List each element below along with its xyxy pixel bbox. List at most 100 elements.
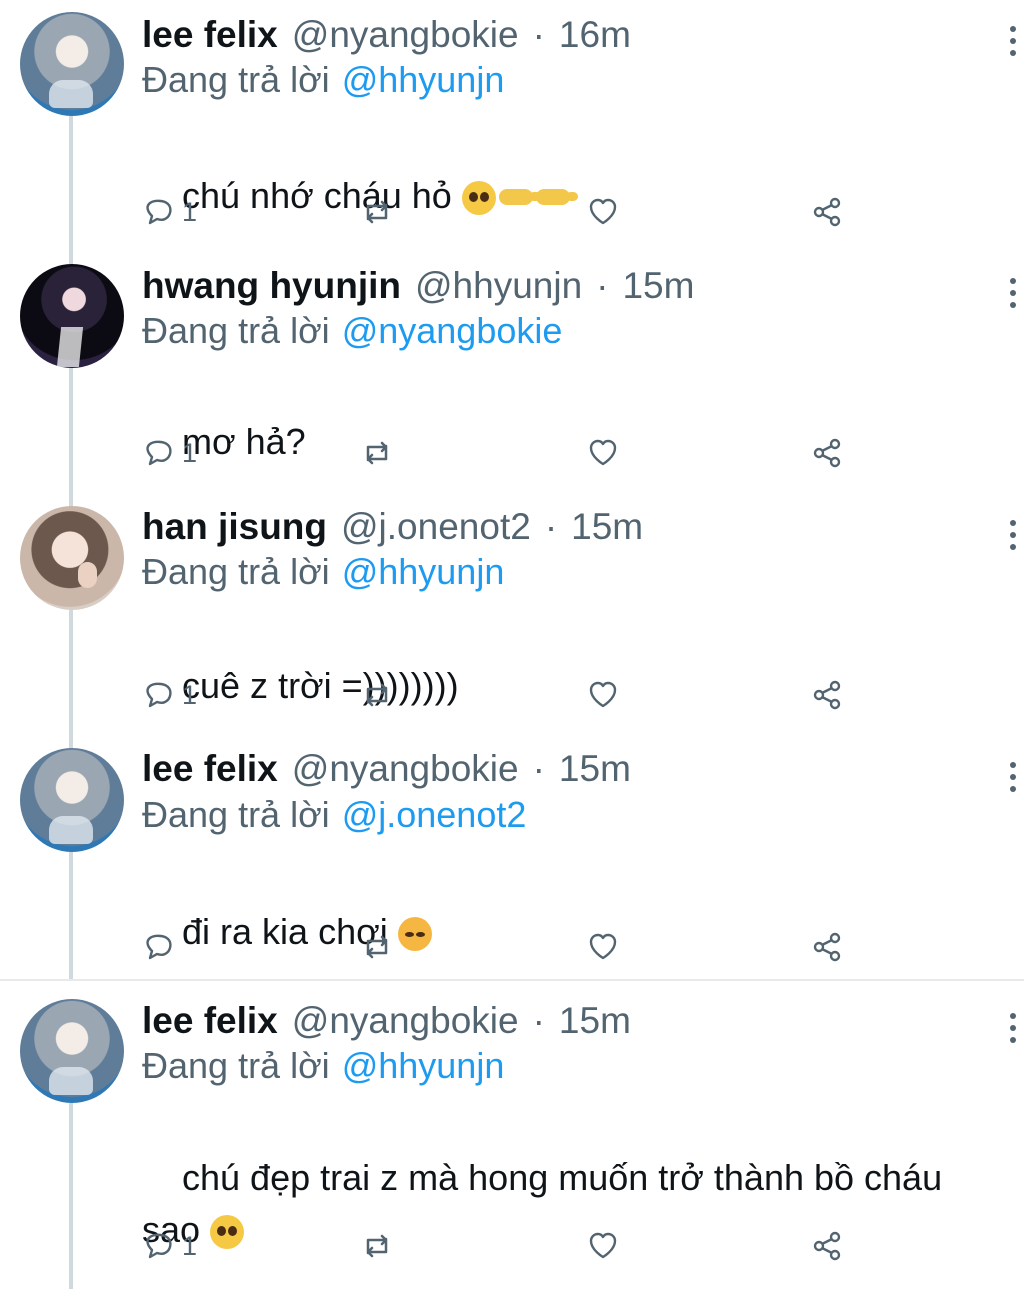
username-handle[interactable]: @j.onenot2 xyxy=(341,508,531,546)
like-button[interactable] xyxy=(586,926,620,968)
reply-prefix: Đang trả lời xyxy=(142,1045,330,1086)
share-icon xyxy=(810,436,844,470)
dot-separator: · xyxy=(532,1000,545,1041)
username-handle[interactable]: @hhyunjn xyxy=(415,267,582,305)
reply-icon xyxy=(142,930,176,964)
username-handle[interactable]: @nyangbokie xyxy=(292,750,519,788)
share-button[interactable] xyxy=(810,191,844,233)
tweet-3[interactable]: han jisung @j.onenot2 · 15m Đang trả lời… xyxy=(0,506,1024,736)
share-button[interactable] xyxy=(810,926,844,968)
heart-icon xyxy=(586,195,620,229)
dot-separator: · xyxy=(532,14,545,55)
avatar[interactable] xyxy=(20,999,124,1103)
reply-button[interactable]: 1 xyxy=(142,1225,197,1267)
heart-icon xyxy=(586,678,620,712)
tweet-text: chú đẹp trai z mà hong muốn trở thành bồ… xyxy=(142,1100,1002,1308)
tweet-actions: 1 xyxy=(0,1225,1024,1267)
share-button[interactable] xyxy=(810,674,844,716)
timestamp[interactable]: 15m xyxy=(559,1002,631,1040)
more-icon[interactable] xyxy=(1008,1013,1018,1045)
retweet-icon xyxy=(360,436,394,470)
heart-icon xyxy=(586,1229,620,1263)
display-name[interactable]: hwang hyunjin xyxy=(142,267,401,305)
retweet-button[interactable] xyxy=(360,191,394,233)
retweet-button[interactable] xyxy=(360,926,394,968)
reply-count: 1 xyxy=(182,680,198,710)
display-name[interactable]: lee felix xyxy=(142,750,278,788)
tweet-actions: 1 xyxy=(0,432,1024,474)
reply-to-handle[interactable]: @nyangbokie xyxy=(342,310,563,351)
reply-context: Đang trả lời @hhyunjn xyxy=(142,1046,504,1086)
more-icon[interactable] xyxy=(1008,26,1018,58)
tweet-header: lee felix @nyangbokie · 15m xyxy=(142,750,631,788)
tweet-actions: 1 xyxy=(0,674,1024,716)
tweet-4[interactable]: lee felix @nyangbokie · 15m Đang trả lời… xyxy=(0,748,1024,978)
reply-count: 1 xyxy=(182,438,198,468)
tweet-1[interactable]: lee felix @nyangbokie · 16m Đang trả lời… xyxy=(0,12,1024,242)
tweet-header: lee felix @nyangbokie · 15m xyxy=(142,1002,631,1040)
reply-count: 1 xyxy=(182,197,198,227)
retweet-button[interactable] xyxy=(360,1225,394,1267)
reply-prefix: Đang trả lời xyxy=(142,551,330,592)
timestamp[interactable]: 16m xyxy=(559,16,631,54)
reply-button[interactable]: 1 xyxy=(142,674,197,716)
timestamp[interactable]: 15m xyxy=(571,508,643,546)
username-handle[interactable]: @nyangbokie xyxy=(292,1002,519,1040)
reply-icon xyxy=(142,195,176,229)
dot-separator: · xyxy=(544,506,558,547)
reply-prefix: Đang trả lời xyxy=(142,310,330,351)
retweet-icon xyxy=(360,195,394,229)
heart-icon xyxy=(586,436,620,470)
thread-divider xyxy=(0,979,1024,981)
like-button[interactable] xyxy=(586,432,620,474)
retweet-icon xyxy=(360,1229,394,1263)
tweet-actions xyxy=(0,926,1024,968)
share-button[interactable] xyxy=(810,432,844,474)
more-icon[interactable] xyxy=(1008,520,1018,552)
reply-count: 1 xyxy=(182,1231,198,1261)
tweet-header: lee felix @nyangbokie · 16m xyxy=(142,16,631,54)
share-icon xyxy=(810,1229,844,1263)
retweet-icon xyxy=(360,930,394,964)
retweet-button[interactable] xyxy=(360,432,394,474)
reply-to-handle[interactable]: @hhyunjn xyxy=(342,551,505,592)
reply-context: Đang trả lời @j.onenot2 xyxy=(142,795,526,835)
timestamp[interactable]: 15m xyxy=(622,267,694,305)
reply-prefix: Đang trả lời xyxy=(142,794,330,835)
reply-icon xyxy=(142,1229,176,1263)
avatar[interactable] xyxy=(20,748,124,852)
heart-icon xyxy=(586,930,620,964)
timestamp[interactable]: 15m xyxy=(559,750,631,788)
retweet-icon xyxy=(360,678,394,712)
avatar[interactable] xyxy=(20,12,124,116)
more-icon[interactable] xyxy=(1008,278,1018,310)
reply-button[interactable]: 1 xyxy=(142,432,197,474)
reply-button[interactable] xyxy=(142,926,182,968)
reply-to-handle[interactable]: @hhyunjn xyxy=(342,59,505,100)
username-handle[interactable]: @nyangbokie xyxy=(292,16,519,54)
reply-prefix: Đang trả lời xyxy=(142,59,330,100)
dot-separator: · xyxy=(596,265,609,306)
share-icon xyxy=(810,930,844,964)
display-name[interactable]: han jisung xyxy=(142,508,327,546)
reply-context: Đang trả lời @hhyunjn xyxy=(142,552,504,592)
reply-to-handle[interactable]: @hhyunjn xyxy=(342,1045,505,1086)
like-button[interactable] xyxy=(586,674,620,716)
dot-separator: · xyxy=(532,748,545,789)
retweet-button[interactable] xyxy=(360,674,394,716)
reply-icon xyxy=(142,678,176,712)
share-icon xyxy=(810,678,844,712)
display-name[interactable]: lee felix xyxy=(142,1002,278,1040)
reply-context: Đang trả lời @nyangbokie xyxy=(142,311,562,351)
reply-button[interactable]: 1 xyxy=(142,191,197,233)
more-icon[interactable] xyxy=(1008,762,1018,794)
share-button[interactable] xyxy=(810,1225,844,1267)
reply-to-handle[interactable]: @j.onenot2 xyxy=(342,794,527,835)
tweet-5[interactable]: lee felix @nyangbokie · 15m Đang trả lời… xyxy=(0,999,1024,1289)
tweet-2[interactable]: hwang hyunjin @hhyunjn · 15m Đang trả lờ… xyxy=(0,264,1024,494)
display-name[interactable]: lee felix xyxy=(142,16,278,54)
avatar[interactable] xyxy=(20,506,124,610)
like-button[interactable] xyxy=(586,191,620,233)
avatar[interactable] xyxy=(20,264,124,368)
like-button[interactable] xyxy=(586,1225,620,1267)
